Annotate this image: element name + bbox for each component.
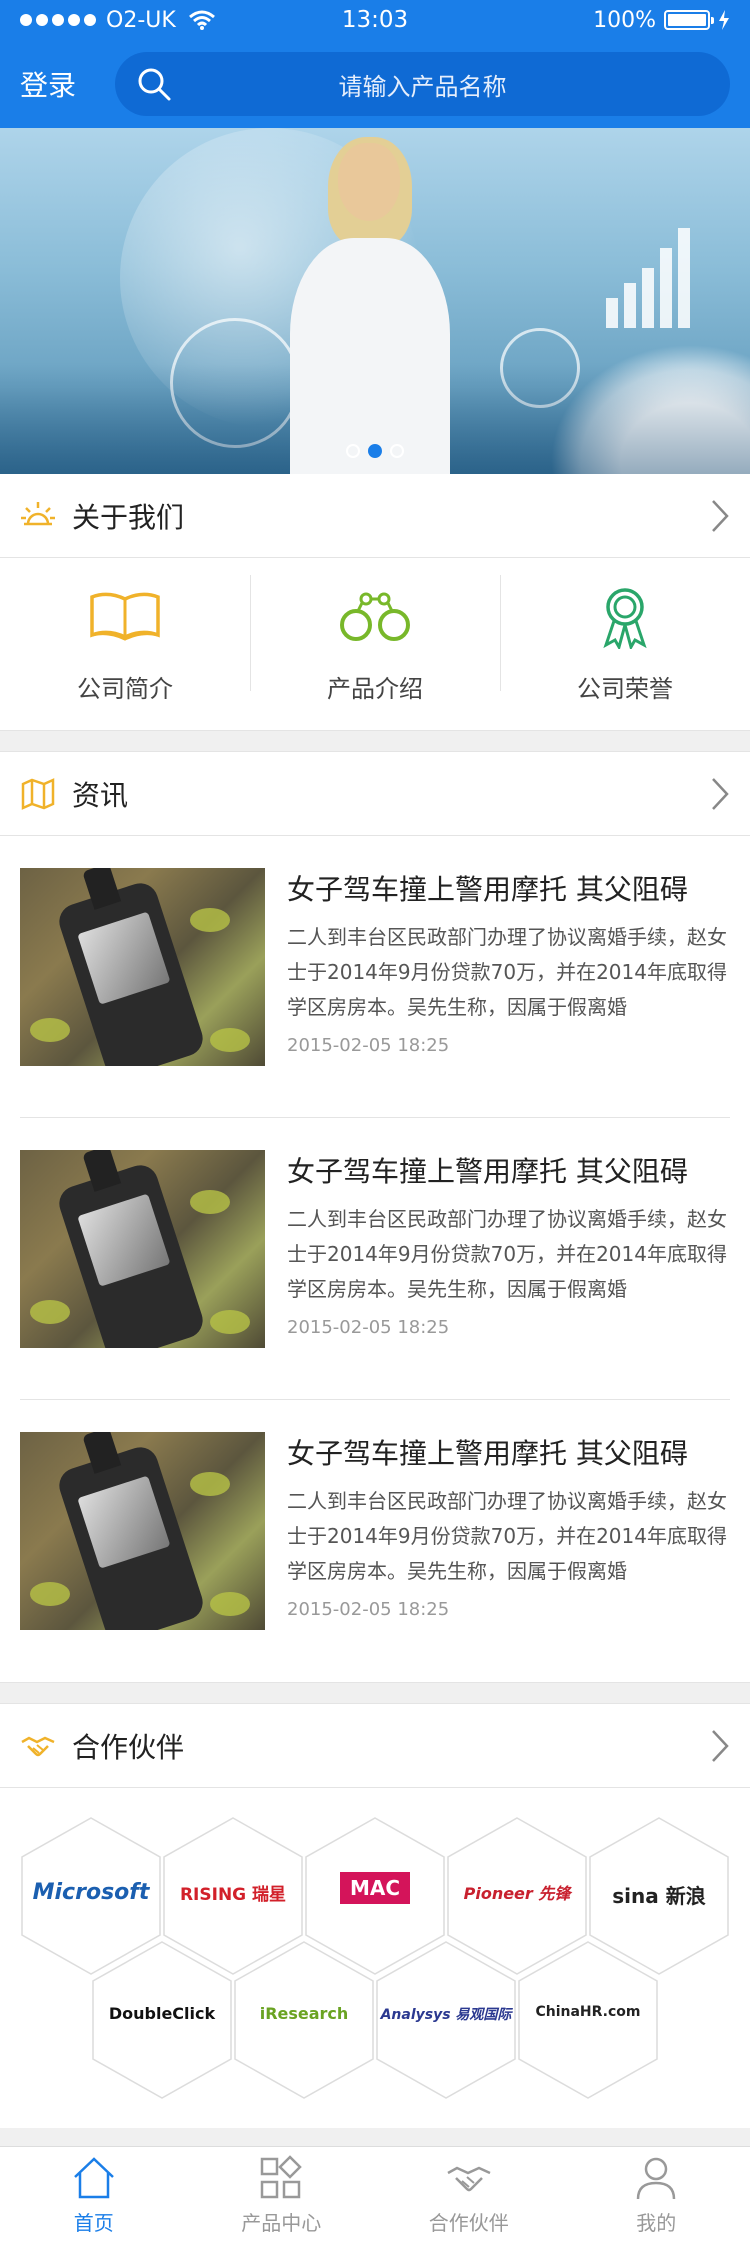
book-icon xyxy=(90,592,160,641)
tab-partners[interactable]: 合作伙伴 xyxy=(375,2147,563,2244)
banner-dot[interactable] xyxy=(346,444,360,458)
about-item-label: 公司简介 xyxy=(77,674,173,703)
map-icon xyxy=(21,777,55,810)
top-bar: O2-UK 13:03 100% 登录 请输入产品名称 xyxy=(0,0,750,128)
bottom-tab-bar: 首页 产品中心 合作伙伴 我的 xyxy=(0,2146,750,2244)
login-button[interactable]: 登录 xyxy=(20,64,115,104)
news-item[interactable]: 女子驾车撞上警用摩托 其父阻碍 二人到丰台区民政部门办理了协议离婚手续，赵女 士… xyxy=(20,836,730,1118)
battery-icon xyxy=(664,10,714,30)
search-bar[interactable]: 请输入产品名称 xyxy=(115,52,730,116)
tab-products[interactable]: 产品中心 xyxy=(188,2147,376,2244)
partner-logo-grid: Microsoft RISING 瑞星 MAC Pioneer 先锋 sina … xyxy=(0,1788,750,2128)
news-item-date: 2015-02-05 18:25 xyxy=(287,1599,450,1620)
news-item-desc: 二人到丰台区民政部门办理了协议离婚手续，赵女 士于2014年9月份贷款70万，并… xyxy=(287,1207,727,1301)
user-icon xyxy=(637,2157,676,2200)
news-section: 资讯 女子驾车撞上警用摩托 其父阻碍 二人到丰台区民政部门办理了协议离婚手续，赵… xyxy=(0,752,750,1682)
handshake-icon xyxy=(447,2166,491,2192)
tab-profile[interactable]: 我的 xyxy=(563,2147,750,2244)
news-item-desc: 二人到丰台区民政部门办理了协议离婚手续，赵女 士于2014年9月份贷款70万，并… xyxy=(287,1489,727,1583)
home-icon xyxy=(73,2157,114,2199)
about-item-label: 公司荣誉 xyxy=(577,674,673,703)
news-item-desc: 二人到丰台区民政部门办理了协议离婚手续，赵女 士于2014年9月份贷款70万，并… xyxy=(287,925,727,1019)
news-item-title: 女子驾车撞上警用摩托 其父阻碍 xyxy=(287,1437,688,1470)
app-root: O2-UK 13:03 100% 登录 请输入产品名称 关于我们 公司简介 产品… xyxy=(0,0,750,2244)
partner-logo-doubleclick[interactable]: DoubleClick xyxy=(91,1940,233,2100)
news-item[interactable]: 女子驾车撞上警用摩托 其父阻碍 二人到丰台区民政部门办理了协议离婚手续，赵女 士… xyxy=(20,1118,730,1400)
about-item-label: 产品介绍 xyxy=(327,674,423,703)
news-item-title: 女子驾车撞上警用摩托 其父阻碍 xyxy=(287,1155,688,1188)
news-item-date: 2015-02-05 18:25 xyxy=(287,1317,450,1338)
about-section: 关于我们 公司简介 产品介绍 公司荣誉 xyxy=(0,474,750,730)
partner-logo-analysys[interactable]: Analysys 易观国际 xyxy=(375,1940,517,2100)
search-input[interactable]: 请输入产品名称 xyxy=(115,67,730,102)
news-thumbnail xyxy=(20,1432,265,1630)
chevron-right-icon[interactable] xyxy=(710,1728,730,1764)
news-header[interactable]: 资讯 xyxy=(0,752,750,836)
about-grid: 公司简介 产品介绍 公司荣誉 xyxy=(0,558,750,730)
partners-header[interactable]: 合作伙伴 xyxy=(0,1704,750,1788)
banner-person-photo xyxy=(290,137,450,474)
chevron-right-icon[interactable] xyxy=(710,776,730,812)
news-item[interactable]: 女子驾车撞上警用摩托 其父阻碍 二人到丰台区民政部门办理了协议离婚手续，赵女 士… xyxy=(20,1400,730,1682)
news-item-date: 2015-02-05 18:25 xyxy=(287,1035,450,1056)
chevron-right-icon[interactable] xyxy=(710,498,730,534)
app-header: 登录 请输入产品名称 xyxy=(0,40,750,128)
about-header[interactable]: 关于我们 xyxy=(0,474,750,558)
clock: 13:03 xyxy=(341,7,409,33)
banner-pagination[interactable] xyxy=(0,444,750,458)
partners-title: 合作伙伴 xyxy=(72,1730,185,1764)
news-list: 女子驾车撞上警用摩托 其父阻碍 二人到丰台区民政部门办理了协议离婚手续，赵女 士… xyxy=(0,836,750,1682)
about-title: 关于我们 xyxy=(72,500,185,534)
partners-section: 合作伙伴 Microsoft RISING 瑞星 MAC Pioneer 先锋 xyxy=(0,1704,750,2128)
banner-chart-graphic xyxy=(606,228,690,328)
award-ribbon-icon xyxy=(603,587,647,649)
about-product-intro[interactable]: 产品介绍 xyxy=(250,574,500,704)
sun-icon xyxy=(21,501,55,525)
status-bar: O2-UK 13:03 100% xyxy=(0,0,750,40)
handshake-icon xyxy=(21,1736,55,1756)
banner-dot[interactable] xyxy=(390,444,404,458)
news-thumbnail xyxy=(20,1150,265,1348)
about-company-intro[interactable]: 公司简介 xyxy=(0,585,250,704)
tab-home[interactable]: 首页 xyxy=(0,2147,188,2244)
handcuffs-icon xyxy=(340,592,410,641)
news-title: 资讯 xyxy=(72,778,129,812)
partner-logo-chinahr[interactable]: ChinaHR.com xyxy=(517,1940,659,2100)
news-item-title: 女子驾车撞上警用摩托 其父阻碍 xyxy=(287,873,688,906)
news-thumbnail xyxy=(20,868,265,1066)
hero-banner[interactable] xyxy=(0,128,750,474)
about-company-honors[interactable]: 公司荣誉 xyxy=(500,574,750,704)
grid-icon xyxy=(261,2155,303,2199)
partner-logo-iresearch[interactable]: iResearch xyxy=(233,1940,375,2100)
banner-dot-active[interactable] xyxy=(368,444,382,458)
